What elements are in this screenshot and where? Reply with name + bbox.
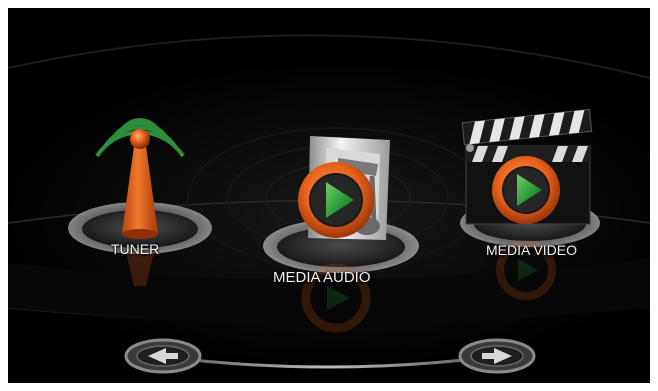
menu-item-media-video-label: MEDIA VIDEO [486,242,578,258]
menu-item-tuner-label: TUNER [111,241,160,257]
next-page-button[interactable] [460,341,534,371]
nav-track [157,354,499,369]
previous-page-button[interactable] [126,341,200,371]
home-menu-panel: TUNER MEDIA AUDIO MEDIA VIDEO [8,8,650,383]
menu-item-media-audio-label: MEDIA AUDIO [273,269,371,286]
screen-frame: TUNER MEDIA AUDIO MEDIA VIDEO [0,0,658,391]
